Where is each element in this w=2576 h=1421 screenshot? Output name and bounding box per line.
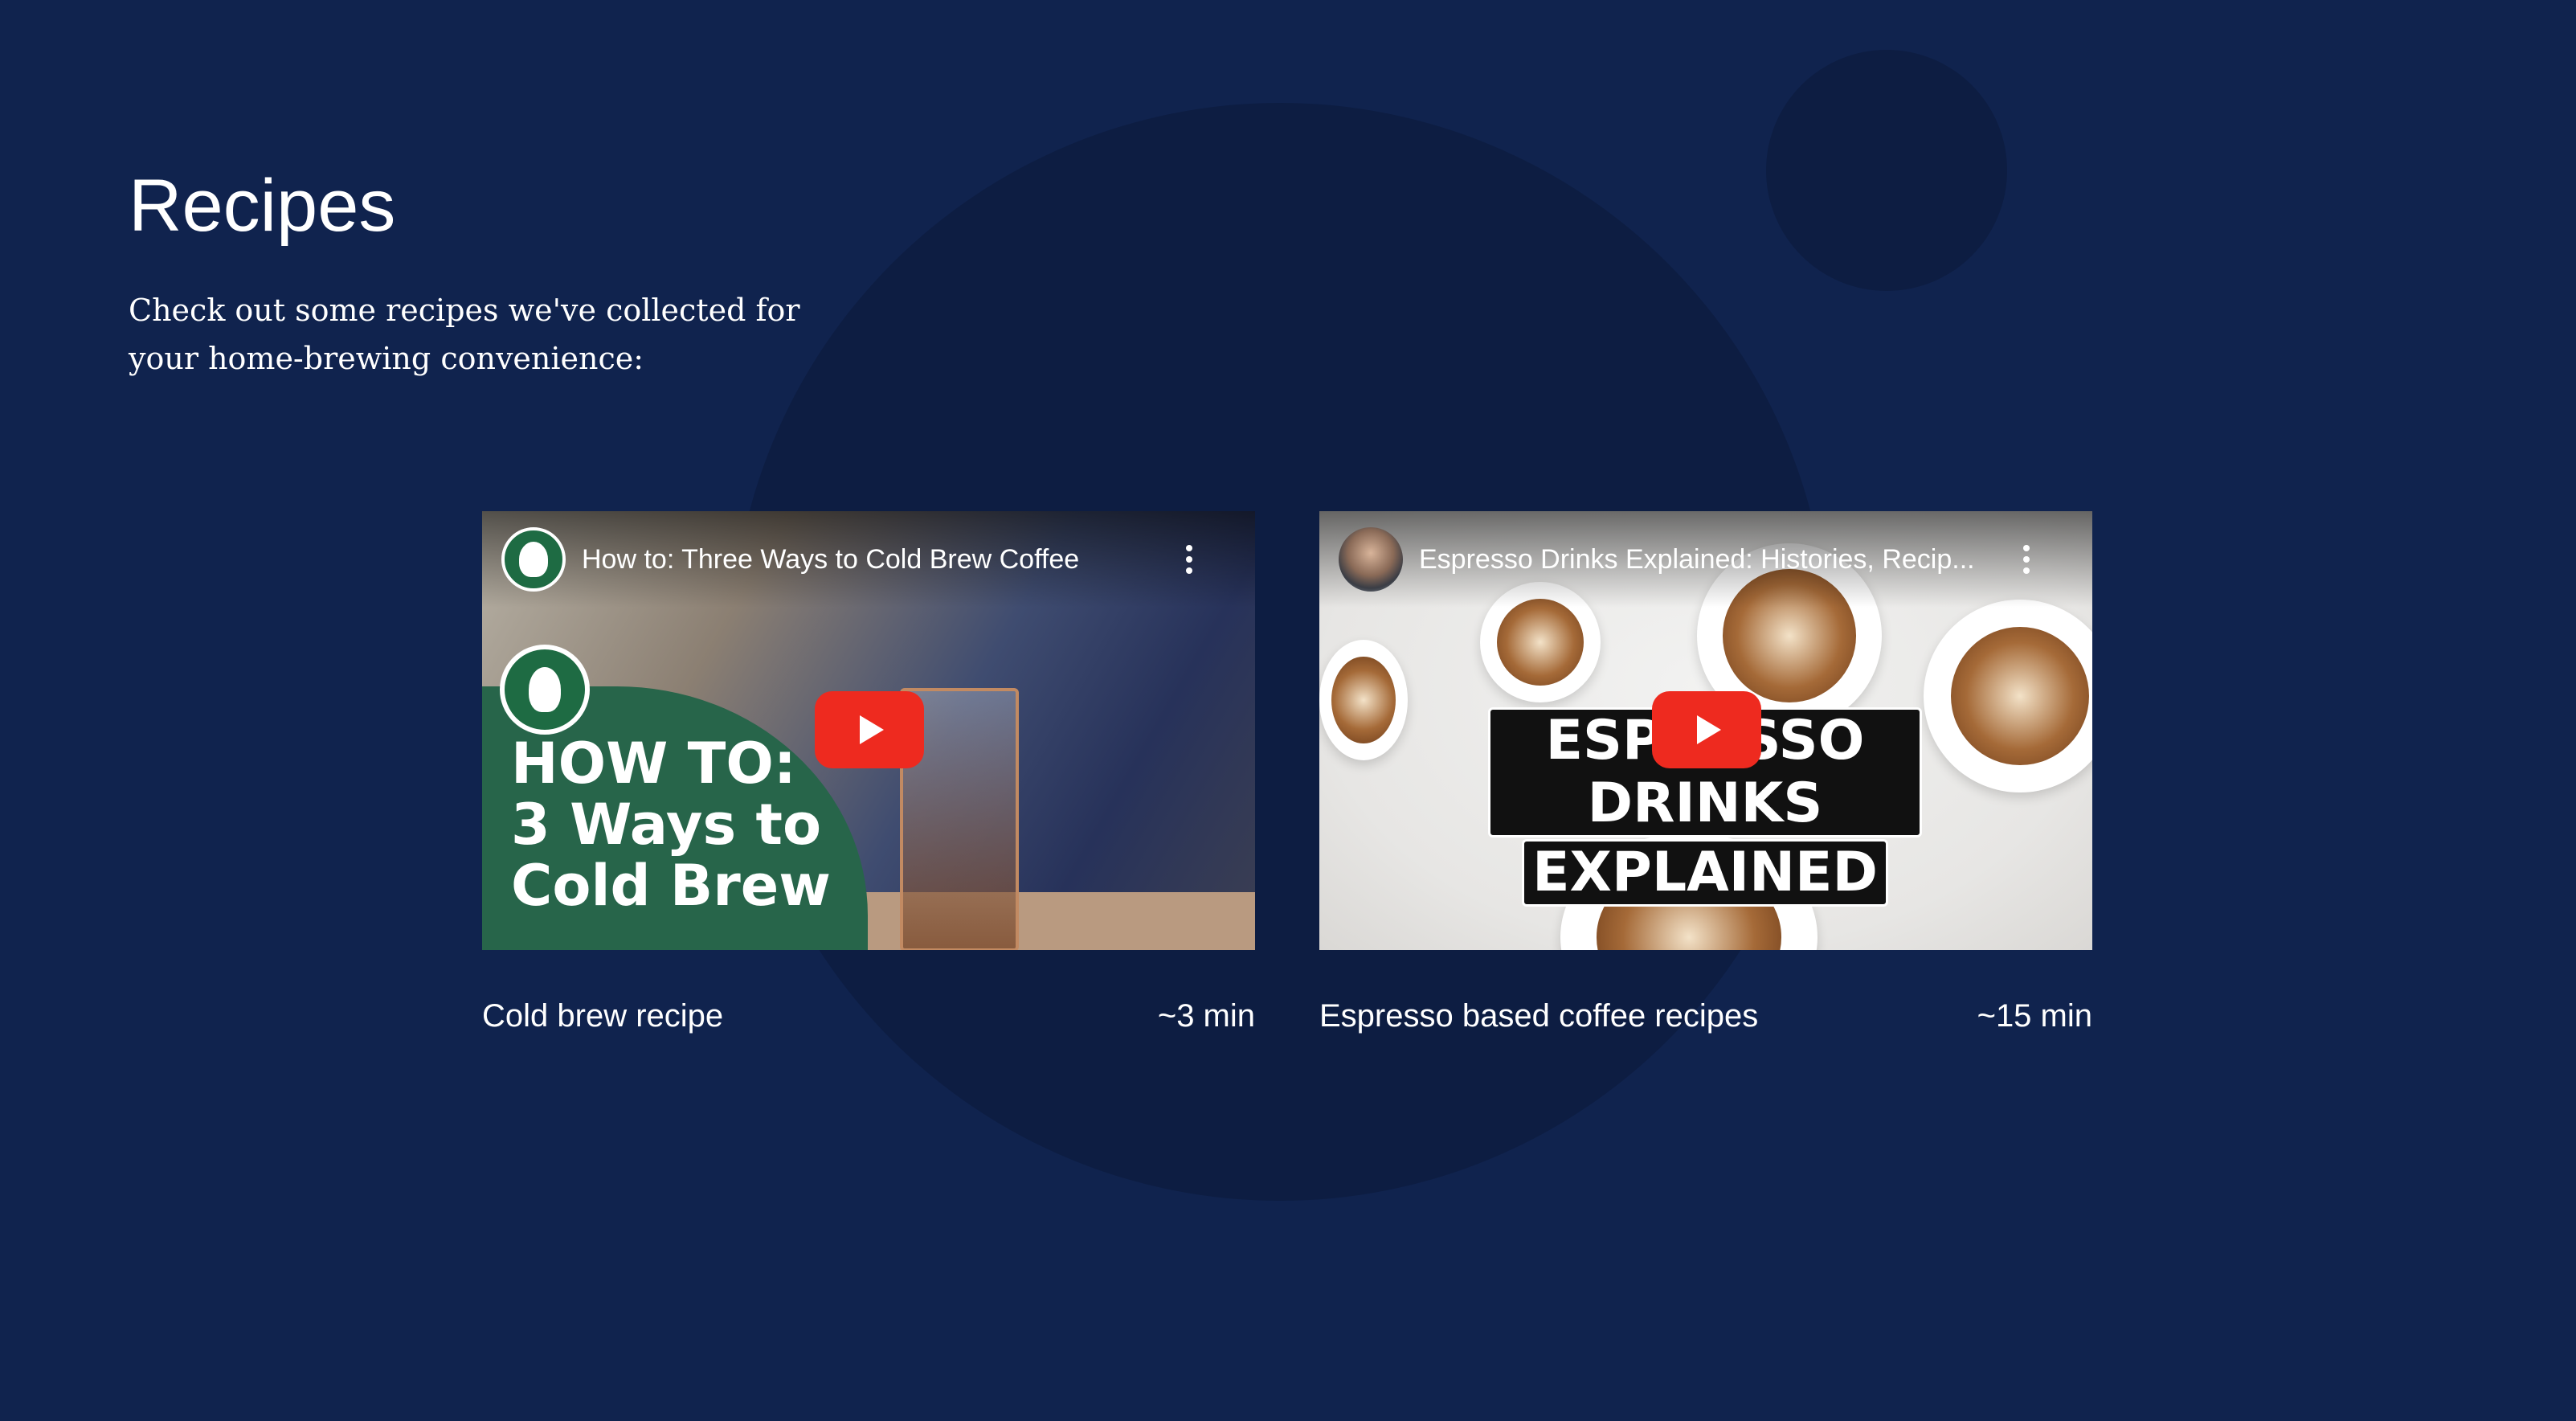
- page-intro: Check out some recipes we've collected f…: [129, 293, 800, 376]
- video-player-cold-brew[interactable]: HOW TO: 3 Ways to Cold Brew How to: Thre…: [482, 511, 1255, 950]
- background-circle-small: [1766, 50, 2007, 291]
- recipe-duration: ~3 min: [1157, 998, 1255, 1034]
- recipe-name: Cold brew recipe: [482, 998, 724, 1034]
- recipe-name: Espresso based coffee recipes: [1319, 998, 1759, 1034]
- play-button-icon[interactable]: [815, 691, 924, 768]
- video-title[interactable]: How to: Three Ways to Cold Brew Coffee: [582, 540, 1176, 579]
- card-meta: Espresso based coffee recipes ~15 min: [1319, 993, 2092, 1038]
- recipe-duration: ~15 min: [1977, 998, 2092, 1034]
- thumbnail-cup: [1924, 600, 2092, 792]
- more-options-icon[interactable]: [2012, 537, 2041, 582]
- play-button-icon[interactable]: [1652, 691, 1761, 768]
- card-meta: Cold brew recipe ~3 min: [482, 993, 1255, 1038]
- page-title: Recipes: [129, 165, 396, 247]
- video-player-espresso[interactable]: ESPRESSO DRINKS EXPLAINED Espresso Drink…: [1319, 511, 2092, 950]
- thumbnail-headline: HOW TO: 3 Ways to Cold Brew: [511, 731, 831, 919]
- video-title[interactable]: Espresso Drinks Explained: Histories, Re…: [1419, 540, 2014, 579]
- more-options-icon[interactable]: [1175, 537, 1204, 582]
- thumbnail-headline-line: EXPLAINED: [1522, 839, 1888, 907]
- thumbnail-cup: [1319, 640, 1408, 760]
- channel-avatar-icon[interactable]: [501, 527, 566, 592]
- starbucks-logo-icon: [500, 645, 590, 735]
- video-card-cold-brew: HOW TO: 3 Ways to Cold Brew How to: Thre…: [482, 511, 1255, 1034]
- video-card-espresso: ESPRESSO DRINKS EXPLAINED Espresso Drink…: [1319, 511, 2092, 1034]
- channel-avatar-icon[interactable]: [1339, 527, 1403, 592]
